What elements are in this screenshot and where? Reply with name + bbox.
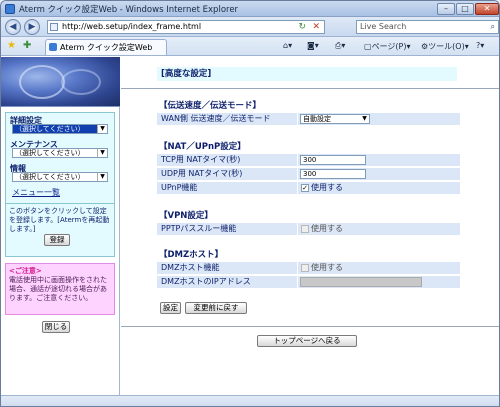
pptp-checkbox[interactable] [301, 225, 309, 233]
search-input[interactable]: Live Search ⌕ [356, 20, 499, 34]
status-bar [1, 395, 499, 406]
page-menu-label: ページ(P) [371, 42, 407, 51]
upnp-label: UPnP機能 [157, 182, 297, 194]
print-icon[interactable]: ⎙▾ [335, 41, 345, 51]
pptp-row: PPTPパススルー機能 使用する [157, 223, 460, 235]
vpn-section-heading: 【VPN設定】 [159, 211, 213, 221]
chevron-down-icon: ▼ [97, 149, 107, 157]
address-toolbar: ◀ ▶ http://web.setup/index_frame.html ↻ … [1, 17, 499, 37]
register-text: このボタンをクリックして設定を登録します。[Atermを再起動します。] [9, 207, 110, 233]
apply-button[interactable]: 設定 [160, 302, 181, 314]
dmz-checkbox[interactable] [301, 264, 309, 272]
chevron-down-icon: ▼ [97, 125, 107, 133]
pptp-checkbox-label: 使用する [311, 224, 343, 233]
ie-app-icon [5, 4, 15, 14]
search-icon[interactable]: ⌕ [491, 21, 495, 33]
stop-icon[interactable]: ✕ [312, 21, 320, 33]
browser-window: Aterm クイック設定Web - Windows Internet Explo… [0, 0, 500, 407]
search-placeholder: Live Search [360, 22, 407, 31]
address-input[interactable]: http://web.setup/index_frame.html ↻ ✕ [47, 20, 325, 34]
warning-box: <ご注意> 電話使用中に画面操作をされた場合、通話が途切れる場合があります。ご注… [5, 263, 115, 315]
menu-list-link[interactable]: メニュー一覧 [12, 187, 60, 198]
tcp-nat-timer-input[interactable]: 300 [300, 155, 366, 165]
revert-button[interactable]: 変更前に戻す [185, 302, 247, 314]
maximize-button[interactable]: □ [456, 3, 474, 15]
favorites-star-icon[interactable]: ★ [7, 40, 16, 51]
speed-section-heading: 【伝送速度／伝送モード】 [159, 101, 262, 111]
chevron-down-icon: ▼ [362, 115, 367, 122]
back-button[interactable]: ◀ [5, 19, 21, 35]
dmz-ip-label: DMZホストのIPアドレス [157, 276, 297, 288]
upnp-row: UPnP機能 ✓ 使用する [157, 182, 460, 194]
tools-menu[interactable]: ⚙ツール(O)▾ [421, 41, 469, 52]
dmz-ip-row: DMZホストのIPアドレス [157, 276, 460, 288]
advanced-settings-select[interactable]: （選択してください） ▼ [12, 124, 108, 134]
page-title: [高度な設定] [157, 67, 457, 81]
main-content: [高度な設定] 【伝送速度／伝送モード】 WAN側 伝送速度／伝送モード 自動設… [121, 57, 499, 395]
page-icon [50, 23, 58, 31]
select-value: （選択してください） [15, 173, 85, 181]
tab-page-icon [49, 43, 57, 51]
warning-text: 電話使用中に画面操作をされた場合、通話が途切れる場合があります。ご注意ください。 [9, 276, 107, 302]
tools-menu-label: ツール(O) [428, 42, 465, 51]
register-box: このボタンをクリックして設定を登録します。[Atermを再起動します。] [5, 203, 115, 257]
chevron-down-icon: ▼ [97, 173, 107, 181]
window-title: Aterm クイック設定Web - Windows Internet Explo… [19, 5, 239, 15]
wan-speed-row: WAN側 伝送速度／伝送モード 自動設定 ▼ [157, 113, 460, 125]
divider [121, 326, 499, 327]
feeds-icon[interactable]: ◙▾ [307, 41, 319, 50]
tcp-nat-label: TCP用 NATタイマ(秒) [157, 154, 297, 166]
close-window-button[interactable]: ✕ [475, 3, 499, 15]
dmz-ip-input[interactable] [300, 277, 422, 287]
maintenance-select[interactable]: （選択してください） ▼ [12, 148, 108, 158]
tab-bar: ★ ✚ Aterm クイック設定Web ⌂▾ ◙▾ ⎙▾ ▢ページ(P)▾ ⚙ツ… [1, 37, 499, 56]
refresh-icon[interactable]: ↻ [298, 21, 306, 33]
udp-nat-row: UDP用 NATタイマ(秒) 300 [157, 168, 460, 180]
tcp-nat-row: TCP用 NATタイマ(秒) 300 [157, 154, 460, 166]
top-page-button[interactable]: トップページへ戻る [257, 335, 357, 347]
udp-nat-timer-input[interactable]: 300 [300, 169, 366, 179]
address-url: http://web.setup/index_frame.html [62, 22, 202, 31]
forward-button[interactable]: ▶ [24, 19, 40, 35]
dmz-row: DMZホスト機能 使用する [157, 262, 460, 274]
wan-speed-select[interactable]: 自動設定 ▼ [300, 114, 370, 124]
help-icon[interactable]: ?▾ [476, 41, 484, 50]
tab-label: Aterm クイック設定Web [60, 43, 153, 52]
wan-speed-label: WAN側 伝送速度／伝送モード [157, 113, 297, 125]
upnp-checkbox-label: 使用する [311, 183, 343, 192]
title-bar: Aterm クイック設定Web - Windows Internet Explo… [1, 1, 499, 17]
dmz-label: DMZホスト機能 [157, 262, 297, 274]
dmz-section-heading: 【DMZホスト】 [159, 250, 224, 260]
tab-aterm[interactable]: Aterm クイック設定Web [45, 39, 167, 55]
warning-title: <ご注意> [9, 267, 42, 275]
sidebar: 詳細設定 （選択してください） ▼ メンテナンス （選択してください） ▼ 情報… [1, 57, 120, 395]
udp-nat-label: UDP用 NATタイマ(秒) [157, 168, 297, 180]
dmz-checkbox-label: 使用する [311, 263, 343, 272]
pptp-label: PPTPパススルー機能 [157, 223, 297, 235]
aterm-logo [1, 57, 120, 107]
page-menu[interactable]: ▢ページ(P)▾ [364, 41, 410, 52]
nat-section-heading: 【NAT／UPnP設定】 [159, 142, 246, 152]
select-value: （選択してください） [15, 125, 85, 133]
home-icon[interactable]: ⌂▾ [283, 41, 292, 50]
minimize-button[interactable]: – [437, 3, 455, 15]
upnp-checkbox[interactable]: ✓ [301, 184, 309, 192]
register-button[interactable]: 登録 [44, 234, 70, 246]
divider [121, 88, 499, 89]
select-value: 自動設定 [303, 115, 331, 123]
select-value: （選択してください） [15, 149, 85, 157]
close-button[interactable]: 閉じる [42, 321, 70, 333]
info-select[interactable]: （選択してください） ▼ [12, 172, 108, 182]
add-favorite-icon[interactable]: ✚ [23, 40, 31, 51]
